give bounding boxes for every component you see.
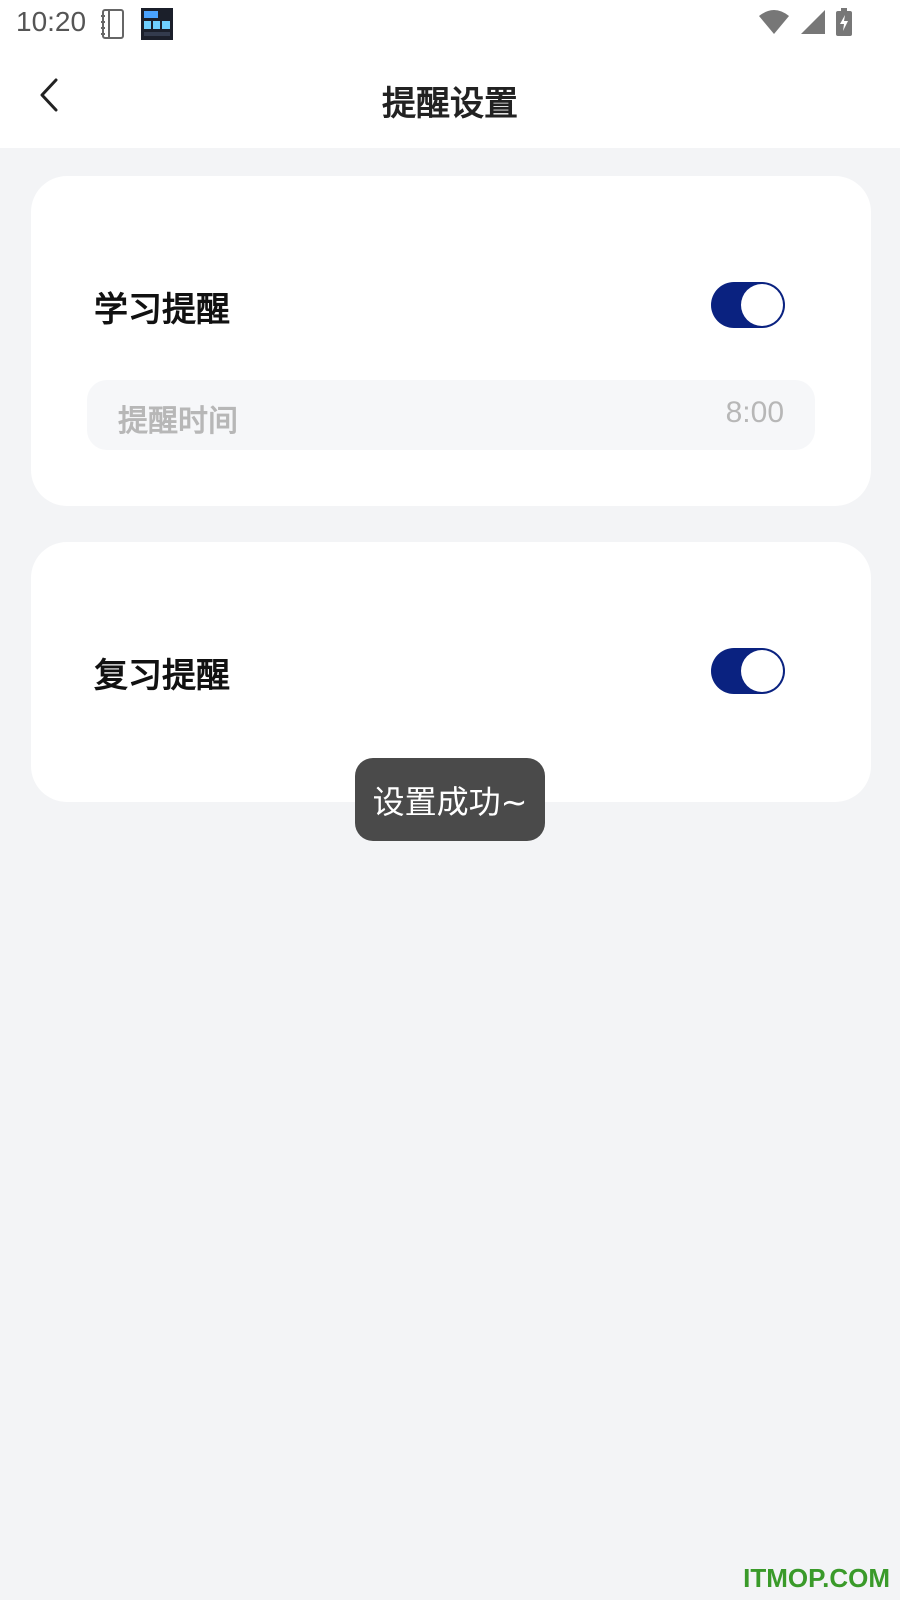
watermark: ITMOP.COM [743, 1563, 890, 1593]
app-thumbnail-icon [141, 8, 173, 40]
wifi-icon [758, 9, 790, 39]
status-time: 10:20 [16, 6, 87, 37]
toggle-knob [741, 284, 783, 326]
page-title: 提醒设置 [382, 84, 518, 124]
reminder-time-label: 提醒时间 [118, 404, 238, 439]
study-reminder-toggle[interactable] [711, 282, 785, 328]
review-reminder-label: 复习提醒 [94, 656, 230, 696]
notebook-icon [100, 9, 126, 39]
review-reminder-toggle[interactable] [711, 648, 785, 694]
reminder-time-value: 8:00 [725, 396, 784, 429]
status-right-icons [758, 8, 852, 40]
toggle-knob [741, 650, 783, 692]
signal-icon [800, 9, 826, 39]
battery-charging-icon [836, 8, 852, 40]
study-reminder-label: 学习提醒 [94, 290, 230, 330]
toast-message: 设置成功~ [355, 758, 545, 841]
study-reminder-card: 学习提醒 提醒时间 8:00 [31, 176, 871, 506]
reminder-time-row[interactable]: 提醒时间 8:00 [87, 380, 815, 450]
app-bar: 提醒设置 [0, 48, 900, 148]
status-bar: 10:20 [0, 0, 900, 48]
